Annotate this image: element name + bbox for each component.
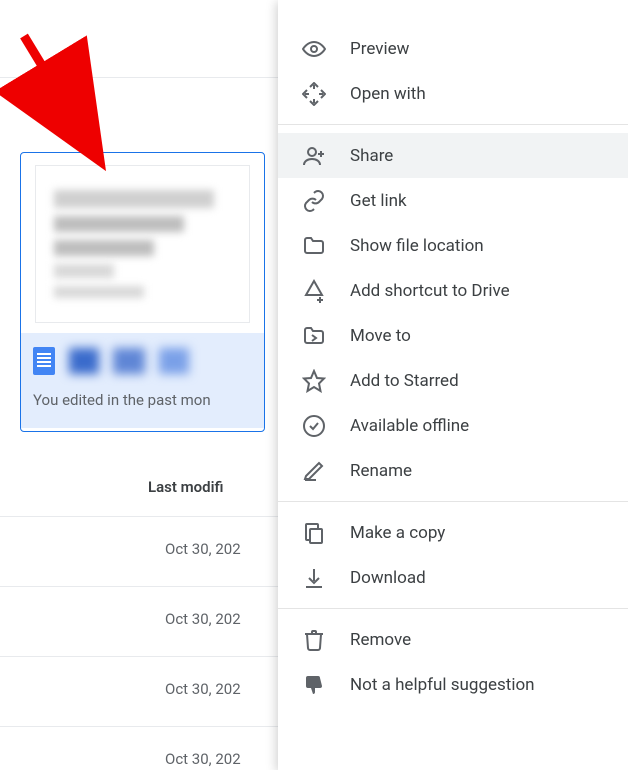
menu-make-copy[interactable]: Make a copy <box>278 510 628 555</box>
context-menu: Preview Open with Share Get link Show fi… <box>278 0 628 770</box>
file-thumbnail <box>35 165 250 323</box>
open-with-icon <box>302 82 326 106</box>
menu-label: Show file location <box>350 236 484 256</box>
menu-label: Add to Starred <box>350 371 459 391</box>
menu-rename[interactable]: Rename <box>278 448 628 493</box>
menu-label: Rename <box>350 461 412 481</box>
download-icon <box>302 566 326 590</box>
menu-label: Preview <box>350 39 409 59</box>
column-last-modified[interactable]: Last modifi <box>148 478 223 496</box>
menu-add-starred[interactable]: Add to Starred <box>278 358 628 403</box>
menu-label: Remove <box>350 630 411 650</box>
date-cell: Oct 30, 202 <box>165 680 241 698</box>
menu-label: Not a helpful suggestion <box>350 675 535 695</box>
menu-show-location[interactable]: Show file location <box>278 223 628 268</box>
offline-icon <box>302 414 326 438</box>
date-cell: Oct 30, 202 <box>165 610 241 628</box>
menu-not-helpful[interactable]: Not a helpful suggestion <box>278 662 628 707</box>
menu-open-with[interactable]: Open with <box>278 71 628 116</box>
thumbs-down-icon <box>302 673 326 697</box>
file-card-footer: You edited in the past mon <box>21 333 264 428</box>
menu-add-shortcut[interactable]: Add shortcut to Drive <box>278 268 628 313</box>
pencil-icon <box>302 459 326 483</box>
menu-label: Download <box>350 568 426 588</box>
person-add-icon <box>302 144 326 168</box>
link-icon <box>302 189 326 213</box>
menu-available-offline[interactable]: Available offline <box>278 403 628 448</box>
menu-remove[interactable]: Remove <box>278 617 628 662</box>
menu-download[interactable]: Download <box>278 555 628 600</box>
menu-label: Make a copy <box>350 523 445 543</box>
date-cell: Oct 30, 202 <box>165 540 241 558</box>
menu-label: Get link <box>350 191 407 211</box>
menu-label: Move to <box>350 326 411 346</box>
copy-icon <box>302 521 326 545</box>
menu-preview[interactable]: Preview <box>278 26 628 71</box>
menu-label: Open with <box>350 84 426 104</box>
drive-shortcut-icon <box>302 279 326 303</box>
menu-label: Available offline <box>350 416 469 436</box>
menu-move-to[interactable]: Move to <box>278 313 628 358</box>
date-cell: Oct 30, 202 <box>165 750 241 768</box>
file-edit-status: You edited in the past mon <box>33 391 252 409</box>
trash-icon <box>302 628 326 652</box>
file-card[interactable]: You edited in the past mon <box>20 152 265 432</box>
eye-icon <box>302 37 326 61</box>
menu-label: Share <box>350 146 393 166</box>
folder-icon <box>302 234 326 258</box>
menu-label: Add shortcut to Drive <box>350 281 510 301</box>
menu-get-link[interactable]: Get link <box>278 178 628 223</box>
menu-share[interactable]: Share <box>278 133 628 178</box>
star-icon <box>302 369 326 393</box>
move-folder-icon <box>302 324 326 348</box>
google-doc-icon <box>33 347 55 375</box>
